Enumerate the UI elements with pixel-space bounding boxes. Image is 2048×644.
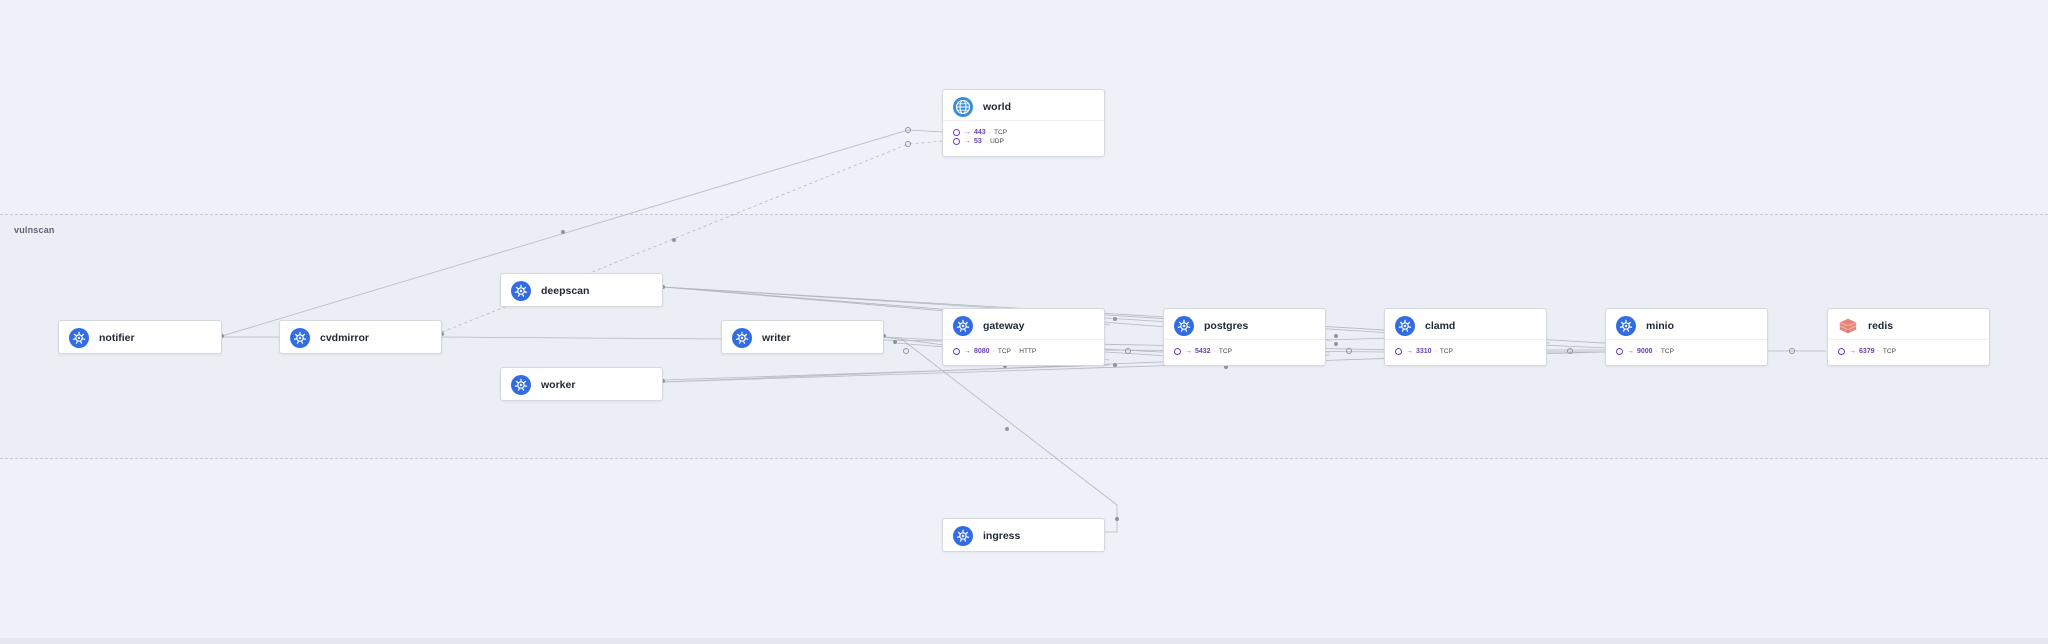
node-ingress[interactable]: ingress [942, 518, 1105, 552]
edge-worker-gateway [662, 364, 1111, 381]
edge-cvdmirror-writer [441, 336, 723, 340]
globe-icon [953, 97, 973, 117]
port-row: → 8080 · TCP · HTTP [953, 347, 1036, 356]
kubernetes-icon [953, 316, 973, 336]
node-gateway[interactable]: gateway → 8080 · TCP · HTTP [942, 308, 1105, 366]
node-clamd[interactable]: clamd → 3310 · TCP [1384, 308, 1547, 366]
canvas-footer [0, 638, 2048, 644]
edge-ingress-writer [899, 337, 1118, 533]
edge-gateway-postgres-2 [1104, 351, 1171, 357]
node-cvdmirror[interactable]: cvdmirror [279, 320, 442, 354]
port-row: → 5432 · TCP [1174, 347, 1232, 356]
node-writer[interactable]: writer [721, 320, 884, 354]
node-redis[interactable]: redis → 6379 · TCP [1827, 308, 1990, 366]
kubernetes-icon [732, 328, 752, 348]
topology-canvas[interactable]: vulnscan world → 443 · TCP → 53 · UDP no… [0, 0, 2048, 644]
kubernetes-icon [1395, 316, 1415, 336]
node-title: gateway [983, 320, 1025, 332]
node-title: postgres [1204, 320, 1249, 332]
port-row: → 6379 · TCP [1838, 347, 1896, 356]
node-title: writer [762, 332, 791, 344]
node-title: clamd [1425, 320, 1456, 332]
kubernetes-icon [953, 526, 973, 546]
kubernetes-icon [1174, 316, 1194, 336]
port-row: → 9000 · TCP [1616, 347, 1674, 356]
node-deepscan[interactable]: deepscan [500, 273, 663, 307]
node-title: minio [1646, 320, 1674, 332]
node-world[interactable]: world → 443 · TCP → 53 · UDP [942, 89, 1105, 157]
port-row: → 3310 · TCP [1395, 347, 1453, 356]
node-title: ingress [983, 530, 1021, 542]
node-title: worker [541, 379, 576, 391]
node-postgres[interactable]: postgres → 5432 · TCP [1163, 308, 1326, 366]
kubernetes-icon [1616, 316, 1636, 336]
node-title: deepscan [541, 285, 590, 297]
node-title: notifier [99, 332, 135, 344]
redis-icon [1838, 316, 1858, 336]
kubernetes-icon [511, 375, 531, 395]
kubernetes-icon [69, 328, 89, 348]
node-minio[interactable]: minio → 9000 · TCP [1605, 308, 1768, 366]
kubernetes-icon [290, 328, 310, 348]
node-title: redis [1868, 320, 1894, 332]
port-row: → 53 · UDP [953, 137, 1007, 146]
node-notifier[interactable]: notifier [58, 320, 222, 354]
node-title: world [983, 101, 1011, 113]
kubernetes-icon [511, 281, 531, 301]
port-row: → 443 · TCP [953, 128, 1007, 137]
node-title: cvdmirror [320, 332, 370, 344]
node-worker[interactable]: worker [500, 367, 663, 401]
